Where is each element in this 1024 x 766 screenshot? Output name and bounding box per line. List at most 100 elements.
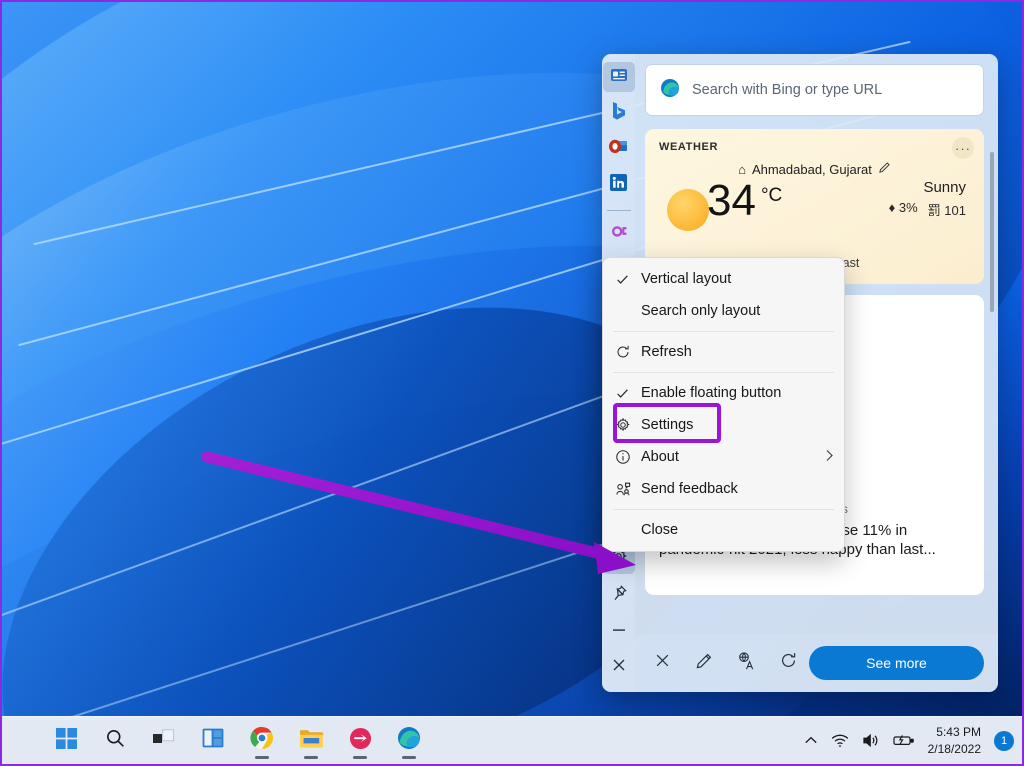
- running-indicator: [255, 755, 269, 759]
- notification-badge[interactable]: 1: [994, 730, 1014, 751]
- running-indicator: [353, 755, 367, 759]
- chrome-icon: [250, 726, 274, 755]
- translate-icon: [736, 651, 756, 676]
- aqi-stat: 罰 101: [928, 200, 966, 219]
- feedback-icon: [615, 481, 641, 497]
- menu-label: Vertical layout: [641, 271, 732, 287]
- minimize-icon: [611, 622, 627, 640]
- weather-location-row: ⌂ Ahmadabad, Gujarat: [659, 161, 970, 177]
- weather-more-button[interactable]: ···: [952, 137, 974, 159]
- show-hidden-icons-icon[interactable]: [804, 735, 818, 746]
- menu-item-search-only-layout[interactable]: Search only layout: [603, 295, 844, 327]
- widgets-board-icon: [610, 66, 628, 89]
- rail-item-minimize[interactable]: [603, 616, 635, 646]
- weather-unit: °C: [760, 185, 783, 206]
- menu-label: About: [641, 449, 679, 465]
- screen-frame: Search with Bing or type URL WEATHER ···…: [0, 0, 1024, 766]
- rail-divider: [606, 210, 631, 211]
- see-more-button[interactable]: See more: [809, 646, 984, 680]
- aqi-value: 101: [944, 203, 966, 218]
- weather-stats: ♦ 3% 罰 101: [889, 200, 966, 219]
- rail-item-pin[interactable]: [603, 580, 635, 610]
- taskbar-clock[interactable]: 5:43 PM 2/18/2022: [928, 724, 981, 756]
- widgets-context-menu: Vertical layout Search only layout Refre…: [602, 257, 845, 552]
- check-icon: [615, 386, 641, 401]
- menu-item-refresh[interactable]: Refresh: [603, 336, 844, 368]
- gear-icon: [615, 417, 641, 433]
- edge-icon: [660, 78, 680, 103]
- precipitation-stat: ♦ 3%: [889, 200, 918, 219]
- menu-divider: [613, 509, 834, 510]
- taskbar-apps: [46, 721, 429, 761]
- rail-item-widgets-board[interactable]: [602, 62, 635, 92]
- taskbar-item-task-view[interactable]: [144, 721, 184, 761]
- battery-icon[interactable]: [893, 734, 915, 747]
- toolbar-edit-button[interactable]: [683, 644, 725, 682]
- running-indicator: [402, 755, 416, 759]
- taskbar-item-search[interactable]: [95, 721, 135, 761]
- rail-item-close[interactable]: [603, 652, 635, 682]
- menu-label: Refresh: [641, 344, 692, 360]
- menu-label: Send feedback: [641, 481, 738, 497]
- clock-date: 2/18/2022: [927, 741, 981, 756]
- pencil-icon[interactable]: [878, 161, 891, 177]
- pin-icon: [610, 584, 628, 607]
- menu-label: Enable floating button: [641, 385, 782, 401]
- linkedin-icon: [610, 174, 627, 196]
- menu-item-about[interactable]: About: [603, 441, 844, 473]
- menu-label: Search only layout: [641, 303, 761, 319]
- system-tray: 5:43 PM 2/18/2022 1: [804, 724, 1022, 756]
- home-icon: ⌂: [738, 161, 746, 177]
- precipitation-value: 3%: [898, 200, 918, 215]
- widgets-toolbar: See more: [635, 634, 998, 692]
- toolbar-refresh-button[interactable]: [767, 644, 809, 682]
- volume-icon[interactable]: [862, 733, 880, 748]
- weather-condition: Sunny: [923, 179, 966, 196]
- menu-item-send-feedback[interactable]: Send feedback: [603, 473, 844, 505]
- outlook-icon: [609, 138, 628, 160]
- taskbar-item-file-explorer[interactable]: [291, 721, 331, 761]
- pencil-icon: [695, 652, 713, 675]
- edge-icon: [397, 726, 421, 755]
- menu-label: Close: [641, 522, 679, 538]
- taskbar-item-send-anywhere[interactable]: [340, 721, 380, 761]
- rail-item-outlook[interactable]: [603, 134, 635, 164]
- search-placeholder: Search with Bing or type URL: [692, 82, 883, 98]
- menu-label: Settings: [641, 417, 694, 433]
- taskbar-item-start[interactable]: [46, 721, 86, 761]
- weather-title: WEATHER: [659, 141, 718, 153]
- toolbar-close-button[interactable]: [641, 644, 683, 682]
- toolbar-language-button[interactable]: [725, 644, 767, 682]
- widgets-icon: [202, 728, 224, 753]
- menu-item-vertical-layout[interactable]: Vertical layout: [603, 263, 844, 295]
- menu-item-enable-floating-button[interactable]: Enable floating button: [603, 377, 844, 409]
- taskbar-item-google-chrome[interactable]: [242, 721, 282, 761]
- weather-main-row: 34 °C Sunny ♦ 3% 罰 101: [659, 179, 970, 231]
- aqi-icon: 罰: [927, 203, 941, 218]
- chevron-right-icon: [825, 449, 834, 465]
- taskbar-item-microsoft-edge[interactable]: [389, 721, 429, 761]
- rail-item-bing[interactable]: [603, 98, 635, 128]
- weather-details: Sunny ♦ 3% 罰 101: [889, 179, 970, 219]
- sun-icon: [667, 189, 709, 231]
- close-icon: [611, 657, 627, 678]
- refresh-icon: [779, 651, 798, 675]
- search-icon: [105, 728, 126, 754]
- menu-divider: [613, 331, 834, 332]
- wifi-icon[interactable]: [831, 734, 849, 748]
- weather-temperature: 34: [707, 176, 756, 225]
- widgets-scrollbar[interactable]: [990, 152, 994, 312]
- rail-item-linkedin[interactable]: [603, 170, 635, 200]
- menu-item-settings[interactable]: Settings: [603, 409, 844, 441]
- refresh-icon: [615, 344, 641, 360]
- rail-item-office[interactable]: [603, 219, 635, 249]
- taskbar: 5:43 PM 2/18/2022 1: [2, 716, 1022, 764]
- office-glance-icon: [609, 224, 628, 244]
- taskbar-item-widgets[interactable]: [193, 721, 233, 761]
- bing-search-bar[interactable]: Search with Bing or type URL: [645, 64, 984, 116]
- running-indicator: [304, 755, 318, 759]
- clock-time: 5:43 PM: [936, 725, 981, 740]
- task-view-icon: [153, 728, 175, 753]
- menu-item-close[interactable]: Close: [603, 514, 844, 546]
- info-icon: [615, 449, 641, 465]
